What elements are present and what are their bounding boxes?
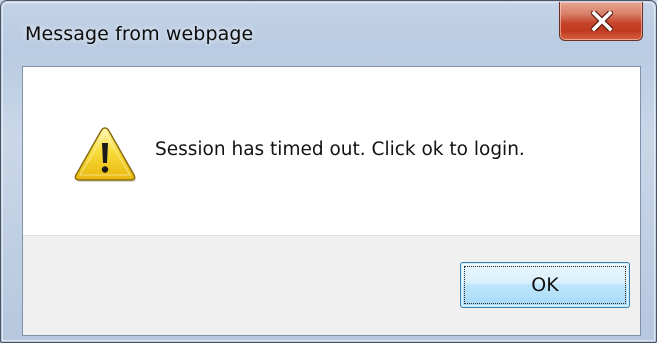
message-dialog: Message from webpage Session has timed o… [0,0,657,343]
message-area: Session has timed out. Click ok to login… [23,67,640,235]
close-button[interactable] [559,2,643,41]
close-icon [591,11,613,31]
dialog-body: Session has timed out. Click ok to login… [22,66,641,336]
message-text: Session has timed out. Click ok to login… [155,139,525,160]
ok-button-label: OK [531,274,559,296]
button-area: OK [23,235,640,335]
ok-button[interactable]: OK [460,262,630,308]
title-bar[interactable]: Message from webpage [1,1,656,65]
warning-icon [74,127,137,182]
dialog-title: Message from webpage [25,23,254,45]
